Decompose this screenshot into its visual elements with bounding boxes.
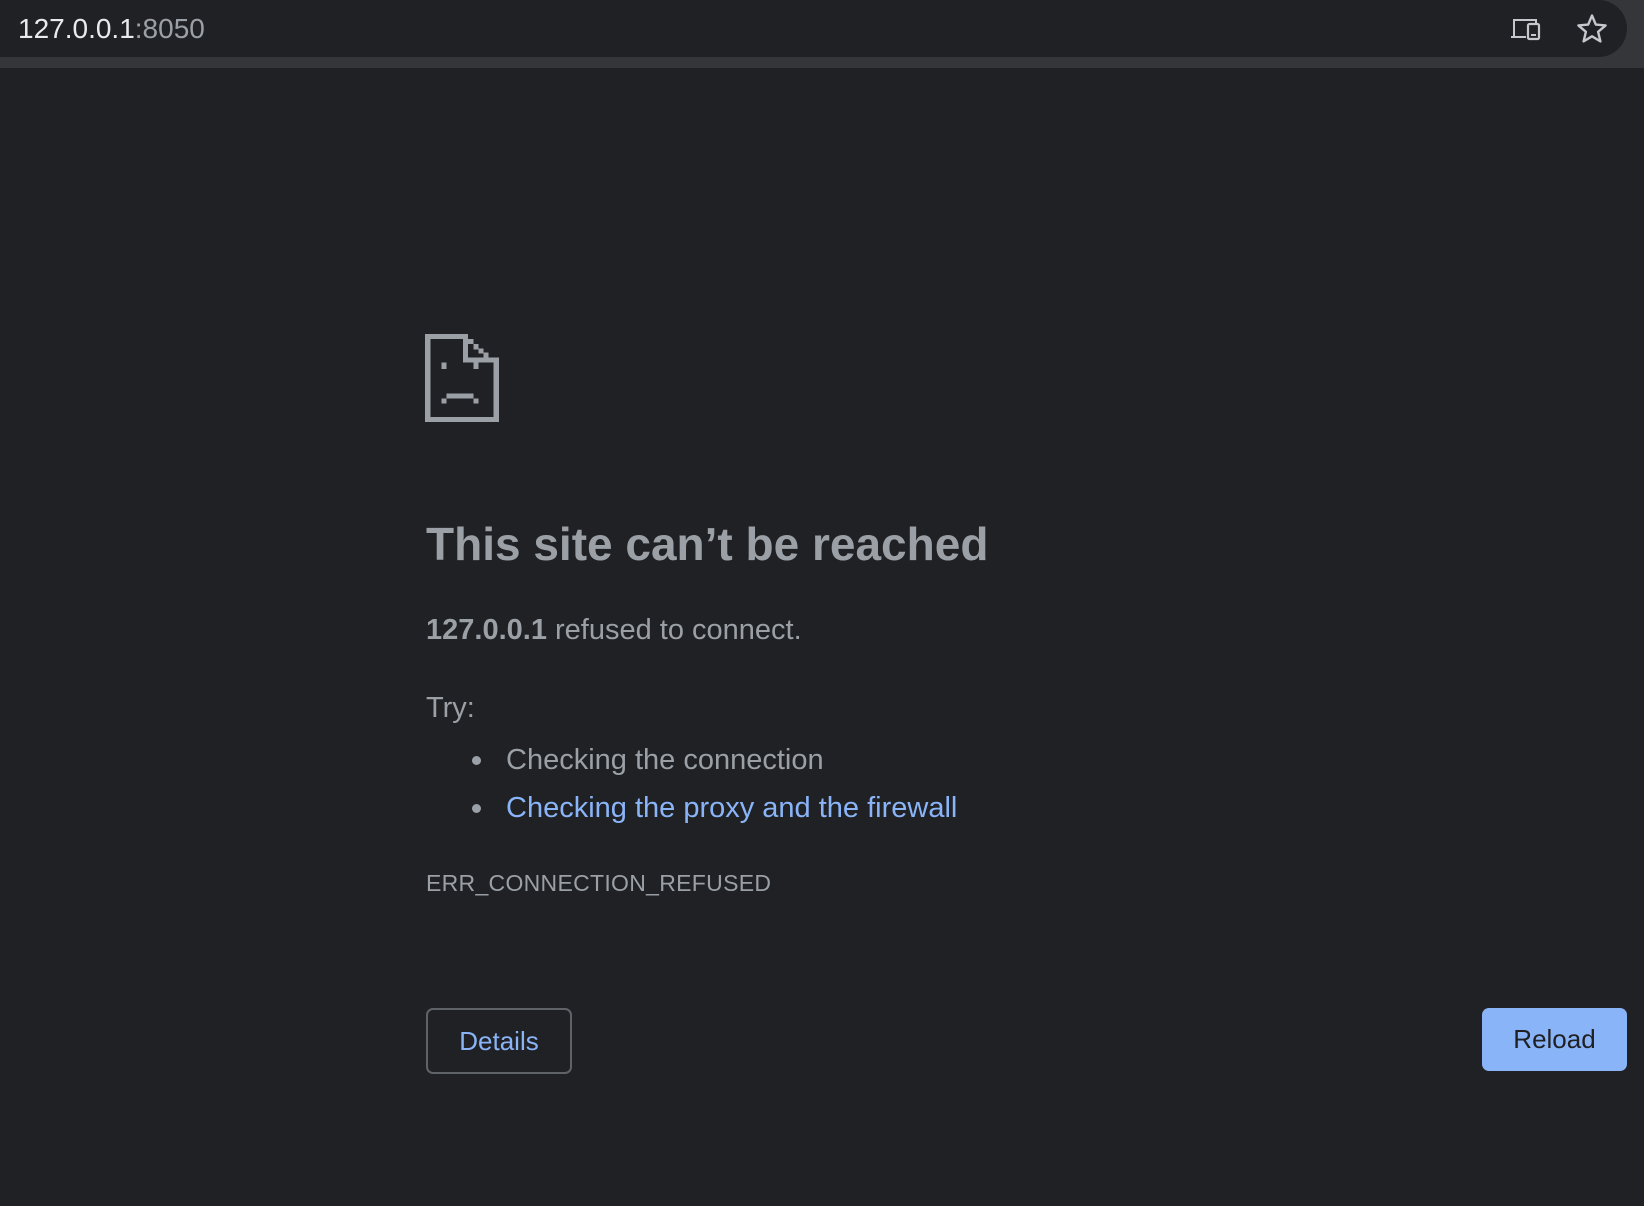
page-title: This site can’t be reached [426, 518, 989, 570]
sad-page-icon [425, 334, 499, 422]
url-host: 127.0.0.1 [18, 13, 135, 44]
cast-devices-icon[interactable] [1509, 12, 1543, 46]
suggestion-check-connection: Checking the connection [506, 744, 824, 776]
error-page: This site can’t be reached 127.0.0.1 ref… [0, 68, 1644, 1206]
suggestions-list: Checking the connection Checking the pro… [426, 736, 957, 832]
star-icon[interactable] [1575, 12, 1609, 46]
suggestion-item: Checking the proxy and the firewall [426, 784, 957, 832]
url-port: :8050 [134, 13, 205, 44]
try-label: Try: [426, 692, 475, 724]
proxy-firewall-link[interactable]: Checking the proxy and the firewall [506, 792, 957, 824]
error-summary: 127.0.0.1 refused to connect. [426, 612, 802, 648]
suggestion-item: Checking the connection [426, 736, 957, 784]
details-button[interactable]: Details [426, 1008, 572, 1074]
error-code: ERR_CONNECTION_REFUSED [426, 870, 772, 896]
error-message: refused to connect. [546, 614, 802, 646]
address-bar[interactable]: 127.0.0.1:8050 [0, 0, 1627, 57]
reload-button[interactable]: Reload [1482, 1008, 1627, 1071]
error-host: 127.0.0.1 [426, 614, 547, 646]
browser-toolbar: 127.0.0.1:8050 [0, 0, 1644, 68]
url-text[interactable]: 127.0.0.1:8050 [18, 13, 205, 45]
